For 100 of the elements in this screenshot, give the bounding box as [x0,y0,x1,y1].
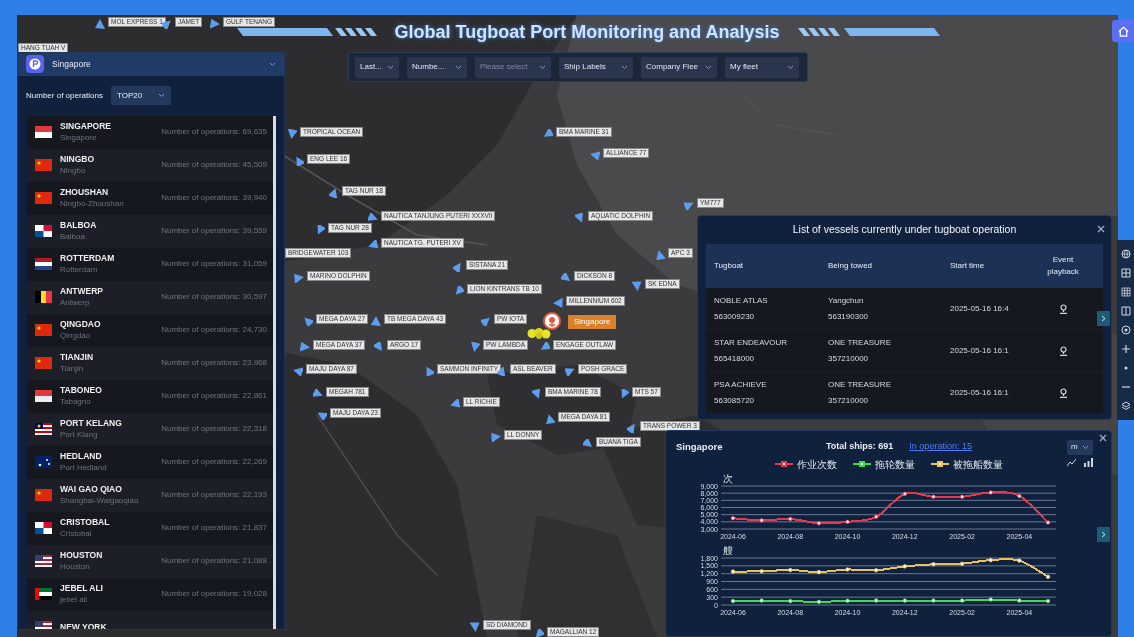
data-point[interactable] [874,568,879,573]
dropdown[interactable]: Last... [355,56,399,78]
close-icon[interactable] [1099,434,1107,442]
data-point[interactable] [759,518,764,523]
ship-icon[interactable] [313,389,323,399]
globe-icon[interactable] [1120,248,1131,259]
columns-icon[interactable] [1120,305,1131,316]
data-point[interactable] [816,569,822,575]
location-pin-icon[interactable] [1058,303,1068,314]
port-row[interactable]: JEBEL ALI jebel ali Number of operations: 19,028 [27,577,273,611]
data-point[interactable] [1045,520,1051,525]
data-point[interactable] [788,598,793,604]
ship-icon[interactable] [534,629,544,637]
ship-icon[interactable] [565,366,575,376]
port-row[interactable]: WAI GAO QIAO Shanghai-Waigaoqiao Number of operations: 22,193 [27,478,273,512]
data-point[interactable] [988,557,993,563]
data-point[interactable] [959,561,965,566]
port-row[interactable]: BALBOA Balboa Number of operations: 39,559 [27,214,273,248]
dropdown[interactable]: My fleet [725,56,799,78]
port-row[interactable]: TIANJIN Tianjin Number of operations: 23,968 [27,346,273,380]
dropdown[interactable]: Please select [475,56,551,78]
ship-icon[interactable] [368,213,378,223]
ship-icon[interactable] [532,389,542,399]
port-selector[interactable]: Singapore [18,53,284,76]
anchor-pin-icon[interactable] [543,312,561,330]
ship-icon[interactable] [287,129,297,139]
ship-icon[interactable] [329,188,339,198]
data-point[interactable] [931,562,936,567]
data-point[interactable] [988,597,993,602]
dropdown[interactable]: Ship Labels [559,56,633,78]
data-point[interactable] [730,569,736,574]
data-point[interactable] [816,521,822,526]
data-point[interactable] [730,516,736,521]
data-point[interactable] [959,598,965,603]
data-point[interactable] [931,494,936,499]
port-row[interactable]: ZHOUSHAN Ningbo-Zhoushan Number of operations: 39,940 [27,181,273,215]
location-pin-icon[interactable] [1058,345,1068,356]
port-row[interactable]: TABONEO Tabagno Number of operations: 22,861 [27,379,273,413]
ship-icon[interactable] [627,423,637,433]
data-point[interactable] [874,598,879,603]
top-dropdown[interactable]: TOP20 [110,86,172,106]
data-point[interactable] [1017,558,1022,563]
data-point[interactable] [845,567,850,572]
data-point[interactable] [931,598,936,603]
ship-icon[interactable] [368,240,378,250]
ship-icon[interactable] [294,156,304,166]
dropdown[interactable]: Company Flee [641,56,717,78]
dropdown[interactable]: Numbe... [407,56,467,78]
ship-icon[interactable] [470,622,480,632]
zoom-in-icon[interactable] [1120,344,1131,355]
next-button[interactable] [1097,527,1110,542]
table-row[interactable]: PSA ACHIEVE 563085720 ONE TREASURE 357210000 2025-05-16 16:1 [706,372,1103,414]
table-row[interactable]: NOBLE ATLAS 563009230 Yangchun 563190300 2025-05-16 16:4 [706,288,1103,330]
data-point[interactable] [788,516,793,522]
data-point[interactable] [845,519,850,525]
port-row[interactable]: QINGDAO Qingdao Number of operations: 24,730 [27,313,273,347]
ship-icon[interactable] [315,225,325,235]
legend-marker[interactable] [930,460,949,468]
data-point[interactable] [902,491,907,497]
data-point[interactable] [959,494,965,499]
port-row[interactable]: CRISTOBAL Cristobal Number of operations: 21,837 [27,511,273,545]
ship-icon[interactable] [95,19,105,29]
legend-marker[interactable] [852,460,871,468]
layers-icon[interactable] [1120,401,1131,412]
data-point[interactable] [759,569,764,574]
close-icon[interactable] [1097,225,1105,233]
port-row[interactable]: PORT KELANG Port Klang Number of operations: 22,318 [27,412,273,446]
unit-dropdown[interactable]: m [1067,439,1093,455]
ship-icon[interactable] [583,439,593,449]
data-point[interactable] [902,564,907,569]
ship-icon[interactable] [545,414,555,424]
ship-icon[interactable] [619,389,629,399]
ship-icon[interactable] [293,366,303,376]
port-row[interactable]: HOUSTON Houston Number of operations: 21,088 [27,544,273,578]
data-point[interactable] [988,490,993,495]
port-row[interactable]: NINGBO Ningbo Number of operations: 45,509 [27,148,273,182]
in-operation-link[interactable]: In operation: 15 [909,440,972,454]
port-row[interactable]: HEDLAND Port Hedland Number of operations: 22,269 [27,445,273,479]
cluster-icon[interactable] [526,327,552,340]
next-button[interactable] [1097,311,1110,326]
data-point[interactable] [1017,598,1022,603]
ship-icon[interactable] [162,19,172,29]
ship-icon[interactable] [497,366,507,376]
target-icon[interactable] [1120,325,1131,335]
table-row[interactable]: STAR ENDEAVOUR 565418000 ONE TREASURE 357210000 2025-05-16 16:1 [706,330,1103,372]
grid-icon[interactable] [1120,267,1131,278]
port-row[interactable]: ROTTERDAM Rotterdam Number of operations: 31,059 [27,247,273,281]
data-point[interactable] [788,567,793,573]
legend-marker[interactable] [774,460,793,468]
home-button[interactable] [1112,20,1134,42]
bar-chart-icon[interactable] [1084,458,1093,467]
data-point[interactable] [1017,493,1022,499]
line-chart-icon[interactable] [1067,458,1076,467]
data-point[interactable] [874,514,879,519]
data-point[interactable] [816,599,822,605]
port-row[interactable]: SINGAPORE Singapore Number of operations: 69,635 [27,115,273,149]
data-point[interactable] [902,598,907,603]
ship-icon[interactable] [210,19,220,29]
data-point[interactable] [1045,574,1051,579]
data-point[interactable] [730,598,736,604]
